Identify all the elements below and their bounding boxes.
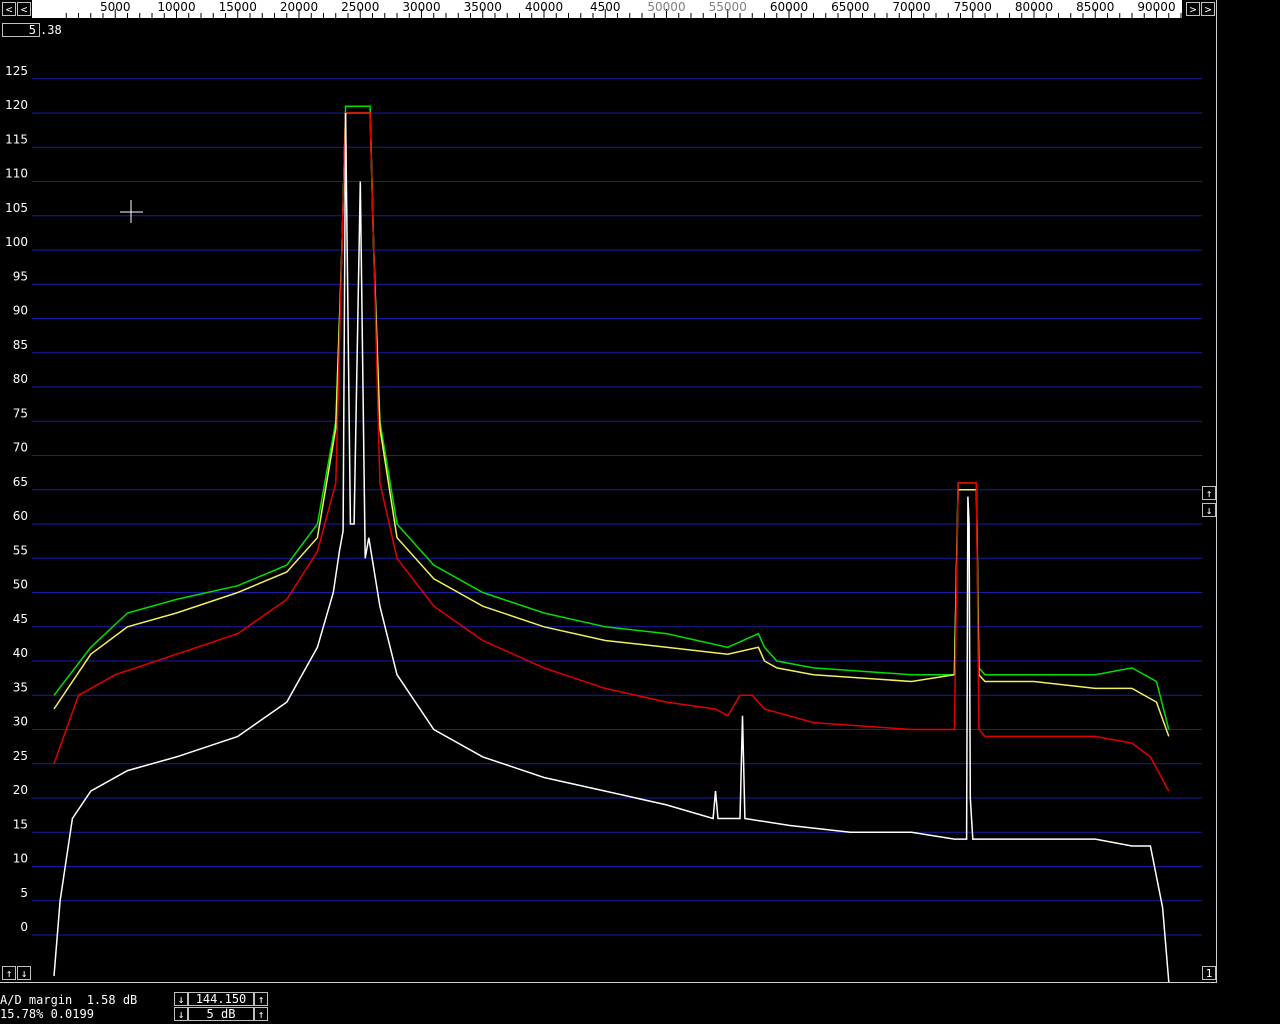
- scroll-left-button[interactable]: <: [2, 2, 16, 16]
- ruler-tick-label: 70000: [892, 0, 930, 14]
- window-border-bottom: [0, 982, 1217, 983]
- y-tick-label: 70: [13, 441, 28, 455]
- ruler-ticks: 5000 10000 15000 20000 25000 30000 35000 40000 4…: [65, 0, 1194, 18]
- spectrum-plot[interactable]: 0510152025303540455055606570758085909510…: [0, 0, 1217, 983]
- ad-margin-text: A/D margin 1.58 dB: [0, 993, 138, 1007]
- ruler-tick-label: 4500: [590, 0, 621, 14]
- window-border-right: [1216, 0, 1217, 983]
- y-tick-label: 90: [13, 304, 28, 318]
- y-tick-label: 85: [13, 338, 28, 352]
- scroll-right-button[interactable]: >: [1186, 2, 1200, 16]
- ruler-tick-label: 20000: [280, 0, 318, 14]
- y-tick-label: 60: [13, 509, 28, 523]
- y-tick-label: 30: [13, 715, 28, 729]
- y-tick-label: 0: [20, 920, 28, 934]
- ruler-tick-label: 90000: [1137, 0, 1175, 14]
- ruler-tick-label: 5000: [100, 0, 131, 14]
- y-tick-label: 10: [13, 852, 28, 866]
- y-tick-label: 95: [13, 269, 28, 283]
- y-tick-label: 15: [13, 817, 28, 831]
- y-tick-label: 80: [13, 372, 28, 386]
- scroll-left-step-button[interactable]: <: [17, 2, 31, 16]
- ruler-tick-label: 40000: [525, 0, 563, 14]
- ad-percent-text: 15.78% 0.0199: [0, 1007, 94, 1021]
- y-tick-label: 25: [13, 749, 28, 763]
- ruler-tick-label: 35000: [464, 0, 502, 14]
- freq-down-button[interactable]: ↓: [174, 992, 188, 1006]
- ruler-tick-label-dim: 55000: [709, 0, 747, 14]
- spectrum-trace: [53, 105, 1170, 730]
- y-tick-label: 65: [13, 475, 28, 489]
- window-number-button[interactable]: 1: [1202, 966, 1216, 980]
- ruler-tick-label: 85000: [1076, 0, 1114, 14]
- y-tick-label: 75: [13, 406, 28, 420]
- y-tick-label: 110: [5, 167, 28, 181]
- db-step-down-button[interactable]: ↓: [174, 1007, 188, 1021]
- ruler-tick-label: 10000: [157, 0, 195, 14]
- spectrum-trace: [53, 112, 1170, 737]
- spectrum-trace: [53, 112, 1170, 983]
- y-tick-label: 40: [13, 646, 28, 660]
- spectrum-trace: [53, 112, 1170, 792]
- zero-down-button[interactable]: ↓: [17, 966, 31, 980]
- y-tick-label: 100: [5, 235, 28, 249]
- average-count-suffix: .38: [40, 23, 62, 37]
- ruler-tick-label: 75000: [954, 0, 992, 14]
- y-tick-label: 115: [5, 132, 28, 146]
- y-tick-label: 50: [13, 578, 28, 592]
- db-step-up-button[interactable]: ↑: [254, 1007, 268, 1021]
- frequency-field[interactable]: 144.150: [188, 992, 254, 1006]
- ruler-tick-label: 65000: [831, 0, 869, 14]
- ruler-tick-label: 25000: [341, 0, 379, 14]
- ruler-tick-label-dim: 50000: [647, 0, 685, 14]
- frequency-ruler[interactable]: 5000 10000 15000 20000 25000 30000 35000 40000 4…: [32, 0, 1194, 18]
- y-tick-label: 55: [13, 543, 28, 557]
- ruler-tick-label: 60000: [770, 0, 808, 14]
- freq-up-button[interactable]: ↑: [254, 992, 268, 1006]
- scale-up-button[interactable]: ↑: [1202, 486, 1216, 500]
- scale-down-button[interactable]: ↓: [1202, 503, 1216, 517]
- y-tick-label: 35: [13, 680, 28, 694]
- y-tick-label: 45: [13, 612, 28, 626]
- ruler-tick-label: 80000: [1015, 0, 1053, 14]
- y-tick-label: 125: [5, 64, 28, 78]
- y-tick-label: 5: [20, 886, 28, 900]
- db-step-field[interactable]: 5 dB: [188, 1007, 254, 1021]
- y-tick-label: 20: [13, 783, 28, 797]
- ruler-tick-label: 30000: [402, 0, 440, 14]
- ruler-tick-label: 15000: [219, 0, 257, 14]
- zero-up-button[interactable]: ↑: [2, 966, 16, 980]
- y-tick-label: 120: [5, 98, 28, 112]
- average-count-field[interactable]: 5: [2, 23, 40, 37]
- scroll-right-step-button[interactable]: >: [1201, 2, 1215, 16]
- y-tick-label: 105: [5, 201, 28, 215]
